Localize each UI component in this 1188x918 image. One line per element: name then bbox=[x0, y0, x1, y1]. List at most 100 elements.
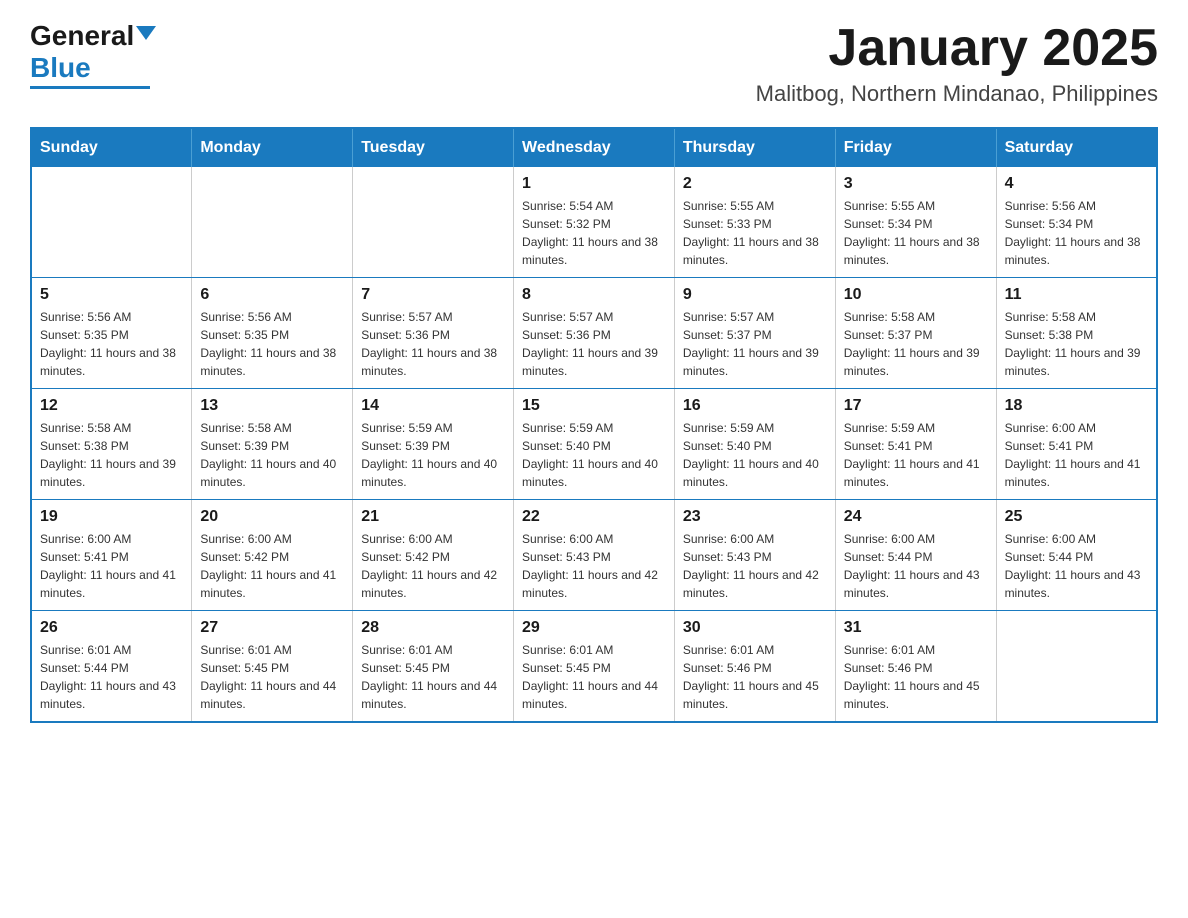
day-info: Sunrise: 6:01 AMSunset: 5:45 PMDaylight:… bbox=[361, 641, 505, 713]
day-number: 14 bbox=[361, 397, 505, 415]
day-number: 12 bbox=[40, 397, 183, 415]
table-row: 8 Sunrise: 5:57 AMSunset: 5:36 PMDaylight… bbox=[514, 278, 675, 389]
day-info: Sunrise: 5:56 AMSunset: 5:34 PMDaylight:… bbox=[1005, 197, 1148, 269]
day-info: Sunrise: 6:00 AMSunset: 5:44 PMDaylight:… bbox=[1005, 530, 1148, 602]
table-row: 4 Sunrise: 5:56 AMSunset: 5:34 PMDaylight… bbox=[996, 167, 1157, 278]
table-row: 31 Sunrise: 6:01 AMSunset: 5:46 PMDayligh… bbox=[835, 611, 996, 723]
day-number: 5 bbox=[40, 286, 183, 304]
table-row: 7Sunrise: 5:57 AMSunset: 5:36 PMDaylight… bbox=[353, 278, 514, 389]
day-number: 3 bbox=[844, 175, 988, 193]
table-row bbox=[31, 167, 192, 278]
table-row: 10Sunrise: 5:58 AMSunset: 5:37 PMDayligh… bbox=[835, 278, 996, 389]
logo: General Blue bbox=[30, 20, 156, 89]
day-number: 29 bbox=[522, 619, 666, 637]
header-saturday: Saturday bbox=[996, 128, 1157, 167]
table-row: 15 Sunrise: 5:59 AMSunset: 5:40 PMDayligh… bbox=[514, 389, 675, 500]
day-info: Sunrise: 5:58 AMSunset: 5:38 PMDaylight:… bbox=[1005, 308, 1148, 380]
day-info: Sunrise: 6:00 AMSunset: 5:41 PMDaylight:… bbox=[40, 530, 183, 602]
month-title: January 2025 bbox=[756, 20, 1158, 77]
day-number: 6 bbox=[200, 286, 344, 304]
day-info: Sunrise: 5:55 AMSunset: 5:33 PMDaylight:… bbox=[683, 197, 827, 269]
table-row: 20 Sunrise: 6:00 AMSunset: 5:42 PMDayligh… bbox=[192, 500, 353, 611]
day-number: 24 bbox=[844, 508, 988, 526]
header-tuesday: Tuesday bbox=[353, 128, 514, 167]
day-info: Sunrise: 5:57 AMSunset: 5:37 PMDaylight:… bbox=[683, 308, 827, 380]
table-row bbox=[353, 167, 514, 278]
table-row: 16 Sunrise: 5:59 AMSunset: 5:40 PMDayligh… bbox=[674, 389, 835, 500]
table-row: 29 Sunrise: 6:01 AMSunset: 5:45 PMDayligh… bbox=[514, 611, 675, 723]
table-row: 1Sunrise: 5:54 AMSunset: 5:32 PMDaylight… bbox=[514, 167, 675, 278]
day-info: Sunrise: 6:00 AMSunset: 5:42 PMDaylight:… bbox=[200, 530, 344, 602]
table-row: 21 Sunrise: 6:00 AMSunset: 5:42 PMDayligh… bbox=[353, 500, 514, 611]
table-row: 6Sunrise: 5:56 AMSunset: 5:35 PMDaylight… bbox=[192, 278, 353, 389]
day-info: Sunrise: 6:01 AMSunset: 5:45 PMDaylight:… bbox=[522, 641, 666, 713]
day-number: 27 bbox=[200, 619, 344, 637]
logo-triangle-icon bbox=[136, 26, 156, 40]
header-sunday: Sunday bbox=[31, 128, 192, 167]
table-row bbox=[996, 611, 1157, 723]
table-row: 9 Sunrise: 5:57 AMSunset: 5:37 PMDaylight… bbox=[674, 278, 835, 389]
calendar-week-3: 12 Sunrise: 5:58 AMSunset: 5:38 PMDayligh… bbox=[31, 389, 1157, 500]
table-row: 23 Sunrise: 6:00 AMSunset: 5:43 PMDayligh… bbox=[674, 500, 835, 611]
day-info: Sunrise: 6:01 AMSunset: 5:46 PMDaylight:… bbox=[683, 641, 827, 713]
day-info: Sunrise: 6:00 AMSunset: 5:43 PMDaylight:… bbox=[683, 530, 827, 602]
day-number: 11 bbox=[1005, 286, 1148, 304]
day-info: Sunrise: 5:57 AMSunset: 5:36 PMDaylight:… bbox=[522, 308, 666, 380]
day-number: 30 bbox=[683, 619, 827, 637]
table-row: 28 Sunrise: 6:01 AMSunset: 5:45 PMDayligh… bbox=[353, 611, 514, 723]
table-row: 14Sunrise: 5:59 AMSunset: 5:39 PMDayligh… bbox=[353, 389, 514, 500]
table-row: 30 Sunrise: 6:01 AMSunset: 5:46 PMDayligh… bbox=[674, 611, 835, 723]
day-info: Sunrise: 5:59 AMSunset: 5:41 PMDaylight:… bbox=[844, 419, 988, 491]
day-info: Sunrise: 5:59 AMSunset: 5:40 PMDaylight:… bbox=[683, 419, 827, 491]
table-row: 27Sunrise: 6:01 AMSunset: 5:45 PMDayligh… bbox=[192, 611, 353, 723]
day-number: 23 bbox=[683, 508, 827, 526]
header-monday: Monday bbox=[192, 128, 353, 167]
day-info: Sunrise: 5:54 AMSunset: 5:32 PMDaylight:… bbox=[522, 197, 666, 269]
logo-general-text: General bbox=[30, 20, 134, 52]
table-row: 5 Sunrise: 5:56 AMSunset: 5:35 PMDaylight… bbox=[31, 278, 192, 389]
calendar-week-1: 1Sunrise: 5:54 AMSunset: 5:32 PMDaylight… bbox=[31, 167, 1157, 278]
day-info: Sunrise: 6:00 AMSunset: 5:42 PMDaylight:… bbox=[361, 530, 505, 602]
logo-underline bbox=[30, 86, 150, 89]
location-title: Malitbog, Northern Mindanao, Philippines bbox=[756, 81, 1158, 107]
calendar-week-5: 26Sunrise: 6:01 AMSunset: 5:44 PMDayligh… bbox=[31, 611, 1157, 723]
day-number: 18 bbox=[1005, 397, 1148, 415]
day-number: 4 bbox=[1005, 175, 1148, 193]
day-number: 20 bbox=[200, 508, 344, 526]
table-row: 17 Sunrise: 5:59 AMSunset: 5:41 PMDayligh… bbox=[835, 389, 996, 500]
day-number: 16 bbox=[683, 397, 827, 415]
day-number: 22 bbox=[522, 508, 666, 526]
day-info: Sunrise: 6:00 AMSunset: 5:43 PMDaylight:… bbox=[522, 530, 666, 602]
day-info: Sunrise: 6:00 AMSunset: 5:44 PMDaylight:… bbox=[844, 530, 988, 602]
day-number: 21 bbox=[361, 508, 505, 526]
table-row: 3 Sunrise: 5:55 AMSunset: 5:34 PMDaylight… bbox=[835, 167, 996, 278]
calendar-header-row: Sunday Monday Tuesday Wednesday Thursday… bbox=[31, 128, 1157, 167]
day-number: 25 bbox=[1005, 508, 1148, 526]
day-info: Sunrise: 6:01 AMSunset: 5:46 PMDaylight:… bbox=[844, 641, 988, 713]
day-number: 26 bbox=[40, 619, 183, 637]
day-number: 8 bbox=[522, 286, 666, 304]
day-number: 28 bbox=[361, 619, 505, 637]
day-info: Sunrise: 5:55 AMSunset: 5:34 PMDaylight:… bbox=[844, 197, 988, 269]
day-info: Sunrise: 5:59 AMSunset: 5:40 PMDaylight:… bbox=[522, 419, 666, 491]
table-row: 24 Sunrise: 6:00 AMSunset: 5:44 PMDayligh… bbox=[835, 500, 996, 611]
day-number: 2 bbox=[683, 175, 827, 193]
table-row: 19Sunrise: 6:00 AMSunset: 5:41 PMDayligh… bbox=[31, 500, 192, 611]
table-row: 22 Sunrise: 6:00 AMSunset: 5:43 PMDayligh… bbox=[514, 500, 675, 611]
day-number: 17 bbox=[844, 397, 988, 415]
table-row bbox=[192, 167, 353, 278]
day-info: Sunrise: 5:58 AMSunset: 5:38 PMDaylight:… bbox=[40, 419, 183, 491]
table-row: 13 Sunrise: 5:58 AMSunset: 5:39 PMDayligh… bbox=[192, 389, 353, 500]
day-number: 15 bbox=[522, 397, 666, 415]
day-info: Sunrise: 5:58 AMSunset: 5:39 PMDaylight:… bbox=[200, 419, 344, 491]
title-section: January 2025 Malitbog, Northern Mindanao… bbox=[756, 20, 1158, 107]
table-row: 2 Sunrise: 5:55 AMSunset: 5:33 PMDaylight… bbox=[674, 167, 835, 278]
calendar-week-4: 19Sunrise: 6:00 AMSunset: 5:41 PMDayligh… bbox=[31, 500, 1157, 611]
day-info: Sunrise: 6:00 AMSunset: 5:41 PMDaylight:… bbox=[1005, 419, 1148, 491]
day-info: Sunrise: 5:56 AMSunset: 5:35 PMDaylight:… bbox=[40, 308, 183, 380]
table-row: 26Sunrise: 6:01 AMSunset: 5:44 PMDayligh… bbox=[31, 611, 192, 723]
day-number: 9 bbox=[683, 286, 827, 304]
day-number: 31 bbox=[844, 619, 988, 637]
calendar-week-2: 5 Sunrise: 5:56 AMSunset: 5:35 PMDaylight… bbox=[31, 278, 1157, 389]
day-number: 13 bbox=[200, 397, 344, 415]
